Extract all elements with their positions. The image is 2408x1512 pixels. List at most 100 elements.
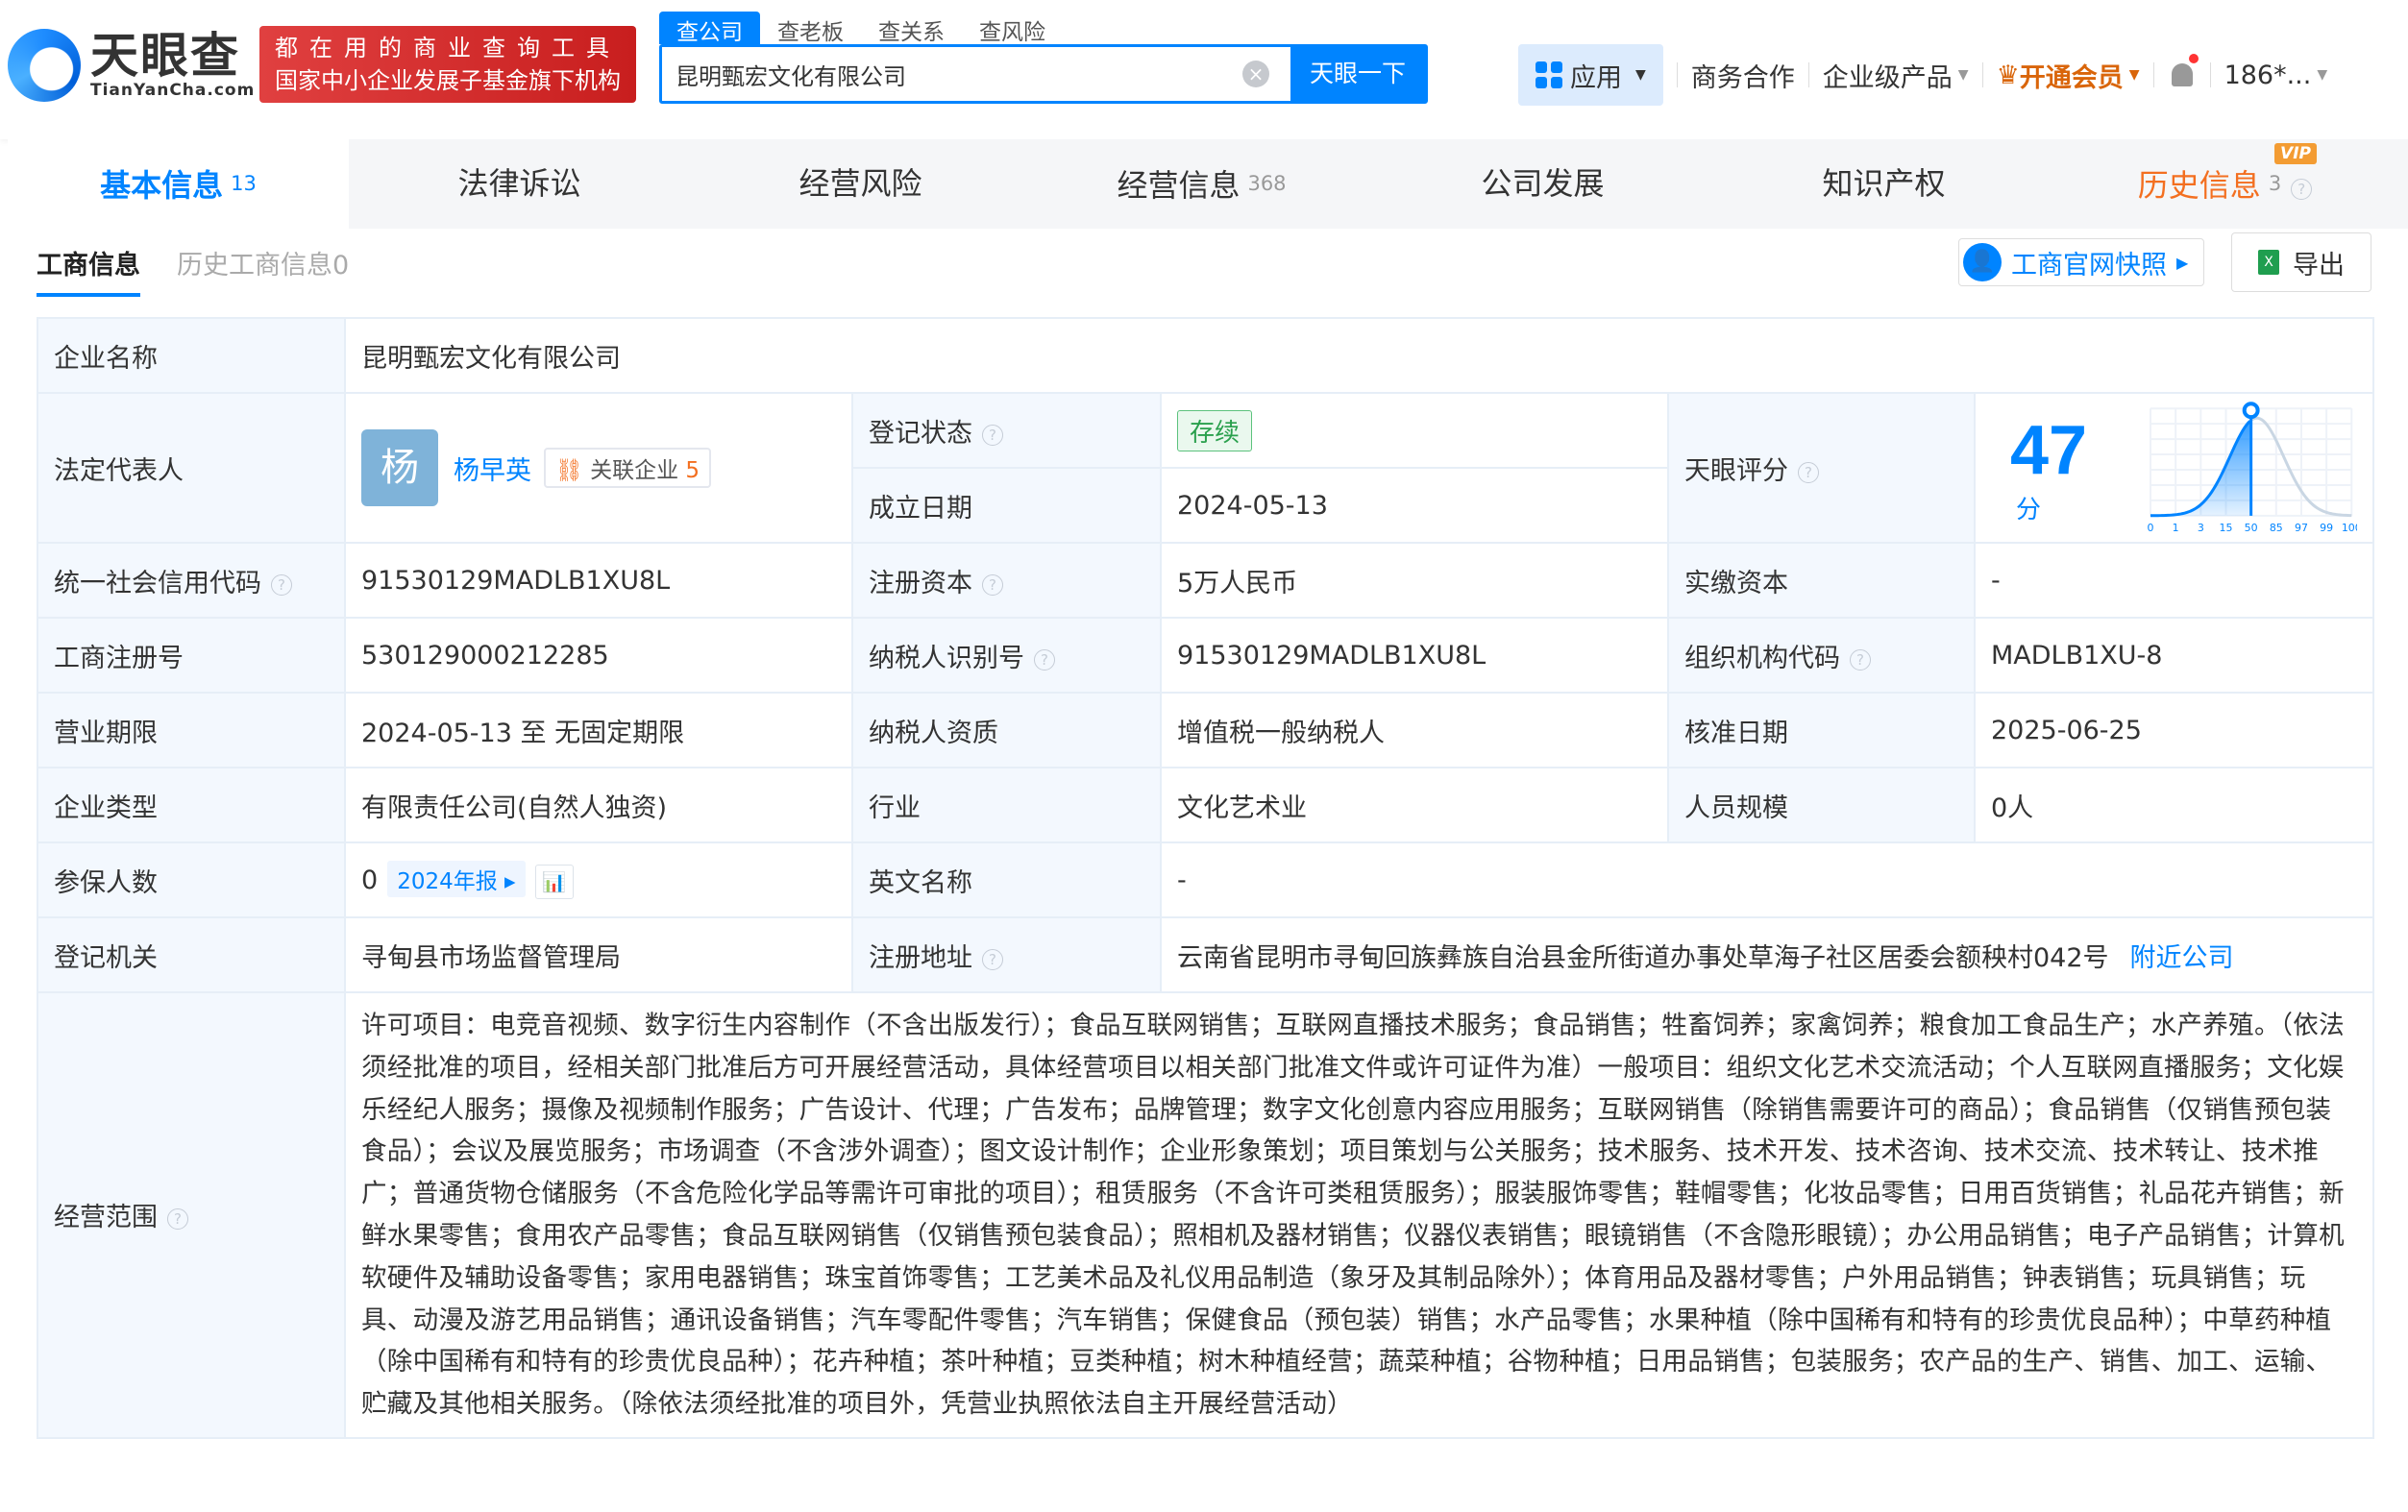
user-menu[interactable]: 186*...: [2224, 61, 2312, 90]
logo-text: 天眼查: [90, 28, 240, 84]
legal-rep-link[interactable]: 杨早英: [454, 456, 531, 486]
search-tab-risk[interactable]: 查风险: [962, 12, 1063, 45]
address-cell: 云南省昆明市寻甸回族彝族自治县金所街道办事处草海子社区居委会额秧村042号 附近公…: [1159, 916, 2375, 993]
promo-banner[interactable]: 都在用的商业查询工具 国家中小企业发展子基金旗下机构: [259, 26, 636, 103]
notification-bell-icon[interactable]: [2168, 54, 2199, 92]
help-icon[interactable]: ?: [982, 573, 1003, 596]
field-label: 统一社会信用代码?: [37, 542, 346, 619]
x-tick-label: 3: [2198, 522, 2204, 534]
tab-operation[interactable]: 经营信息 368: [1031, 139, 1372, 229]
subtab-business-info[interactable]: 工商信息: [37, 229, 140, 297]
vip-tag: VIP: [2274, 143, 2317, 164]
help-icon[interactable]: ?: [1850, 648, 1871, 671]
taxpayer-qualification: 增值税一般纳税人: [1160, 692, 1669, 768]
tab-development[interactable]: 公司发展: [1372, 139, 1713, 229]
tab-basic-info[interactable]: 基本信息 13: [8, 139, 349, 229]
field-label: 实缴资本: [1667, 542, 1976, 619]
search-button[interactable]: 天眼一下: [1290, 47, 1425, 101]
x-tick-label: 15: [2219, 522, 2232, 534]
company-name: 昆明甄宏文化有限公司: [343, 317, 2375, 394]
enterprise-products-menu[interactable]: 企业级产品: [1823, 57, 1953, 94]
sub-tabs: 工商信息 历史工商信息0: [37, 229, 349, 297]
table-row: 企业类型 有限责任公司(自然人独资) 行业 文化艺术业 人员规模 0人: [37, 767, 2375, 843]
chart-icon[interactable]: 📊: [534, 864, 574, 899]
help-icon[interactable]: ?: [167, 1208, 188, 1231]
apps-button[interactable]: 应用 ▼: [1518, 44, 1663, 106]
search-tab-boss[interactable]: 查老板: [760, 12, 861, 45]
table-row: 统一社会信用代码? 91530129MADLB1XU8L 注册资本? 5万人民币…: [37, 542, 2375, 619]
apps-label: 应用: [1570, 62, 1622, 93]
score-cell[interactable]: 47 分 0 1 3 15 50 85 97 99 100: [1973, 392, 2375, 544]
tianyancha-logo[interactable]: 天眼查 TianYanCha.com: [8, 29, 255, 102]
related-companies-button[interactable]: ⛓ 关联企业 5: [543, 448, 712, 488]
field-label: 核准日期: [1667, 692, 1976, 768]
credit-code: 91530129MADLB1XU8L: [344, 542, 853, 619]
annual-report-link[interactable]: 2024年报 ▸: [387, 861, 526, 898]
avatar[interactable]: 杨: [361, 429, 438, 506]
caret-down-icon: ▼: [1957, 67, 1969, 83]
main-tabs: 基本信息 13 法律诉讼 经营风险 经营信息 368 公司发展 知识产权 VIP 历史…: [8, 139, 2408, 229]
insured-cell: 0 2024年报 ▸ 📊: [344, 841, 853, 918]
search-type-tabs: 查公司 查老板 查关系 查风险: [659, 12, 1063, 45]
field-label: 纳税人识别号?: [851, 617, 1162, 694]
approval-date: 2025-06-25: [1973, 692, 2375, 768]
field-label: 经营范围?: [37, 991, 346, 1439]
english-name: -: [1159, 841, 2375, 918]
field-label: 注册地址?: [851, 916, 1162, 993]
nearby-companies-link[interactable]: 附近公司: [2130, 943, 2234, 973]
tab-risk[interactable]: 经营风险: [690, 139, 1031, 229]
x-tick-label: 85: [2270, 522, 2283, 534]
field-label: 人员规模: [1667, 767, 1976, 843]
top-nav: 应用 ▼ 商务合作 企业级产品 ▼ ♛ 开通会员 ▼ 186*... ▼: [1518, 44, 2327, 106]
tab-ip[interactable]: 知识产权: [1713, 139, 2054, 229]
field-label: 天眼评分?: [1667, 392, 1976, 544]
tab-history[interactable]: VIP 历史信息 3?: [2054, 139, 2396, 229]
help-icon[interactable]: ?: [982, 424, 1003, 446]
business-term: 2024-05-13 至 无固定期限: [344, 692, 853, 768]
help-icon[interactable]: ?: [1034, 648, 1055, 671]
divider: [2152, 62, 2154, 87]
caret-down-icon: ▼: [1635, 67, 1646, 83]
business-scope: 许可项目：电竞音视频、数字衍生内容制作（不含出版发行）；食品互联网销售；互联网直…: [343, 991, 2375, 1439]
export-button[interactable]: X 导出: [2231, 232, 2371, 292]
table-row: 企业名称 昆明甄宏文化有限公司: [37, 317, 2375, 394]
banner-line-2: 国家中小企业发展子基金旗下机构: [275, 67, 621, 94]
divider: [1676, 62, 1678, 87]
tab-legal[interactable]: 法律诉讼: [349, 139, 690, 229]
help-icon[interactable]: ?: [2291, 179, 2313, 200]
logo-eye-icon: [8, 29, 81, 102]
field-label: 行业: [851, 767, 1162, 843]
clear-icon[interactable]: ×: [1242, 61, 1269, 87]
open-vip-button[interactable]: 开通会员: [2020, 57, 2124, 94]
location-pin-icon: [2242, 402, 2260, 420]
business-cooperation-link[interactable]: 商务合作: [1691, 57, 1795, 94]
help-icon[interactable]: ?: [1798, 461, 1819, 483]
table-row: 经营范围? 许可项目：电竞音视频、数字衍生内容制作（不含出版发行）；食品互联网销…: [37, 991, 2375, 1439]
field-label: 参保人数: [37, 841, 346, 918]
paid-capital: -: [1973, 542, 2375, 619]
table-row: 工商注册号 530129000212285 纳税人识别号? 91530129MA…: [37, 617, 2375, 694]
network-icon: ⛓: [554, 458, 583, 483]
field-label: 工商注册号: [37, 617, 346, 694]
registration-number: 530129000212285: [344, 617, 853, 694]
caret-down-icon: ▼: [2317, 67, 2328, 83]
official-snapshot-button[interactable]: 👤 工商官网快照 ▶: [1958, 238, 2205, 286]
table-row: 法定代表人 杨杨早英 ⛓ 关联企业 5 登记状态? 存续 天眼评分? 47 分 0…: [37, 392, 2375, 544]
help-icon[interactable]: ?: [982, 948, 1003, 970]
banner-line-1: 都在用的商业查询工具: [275, 35, 621, 61]
help-icon[interactable]: ?: [271, 573, 292, 596]
divider: [2209, 62, 2211, 87]
business-info-table: 企业名称 昆明甄宏文化有限公司 法定代表人 杨杨早英 ⛓ 关联企业 5 登记状态…: [37, 317, 2375, 1439]
search-tab-relation[interactable]: 查关系: [861, 12, 962, 45]
org-code: MADLB1XU-8: [1973, 617, 2375, 694]
status-badge: 存续: [1177, 409, 1253, 451]
x-tick-label: 0: [2147, 522, 2153, 534]
search-tab-company[interactable]: 查公司: [659, 12, 760, 45]
table-row: 营业期限 2024-05-13 至 无固定期限 纳税人资质 增值税一般纳税人 核…: [37, 692, 2375, 768]
x-tick-label: 1: [2172, 522, 2178, 534]
divider: [1807, 62, 1809, 87]
search-input[interactable]: [662, 47, 1242, 101]
subtab-history-business-info[interactable]: 历史工商信息0: [177, 229, 349, 297]
industry: 文化艺术业: [1160, 767, 1669, 843]
score-value: 47: [2010, 411, 2088, 489]
